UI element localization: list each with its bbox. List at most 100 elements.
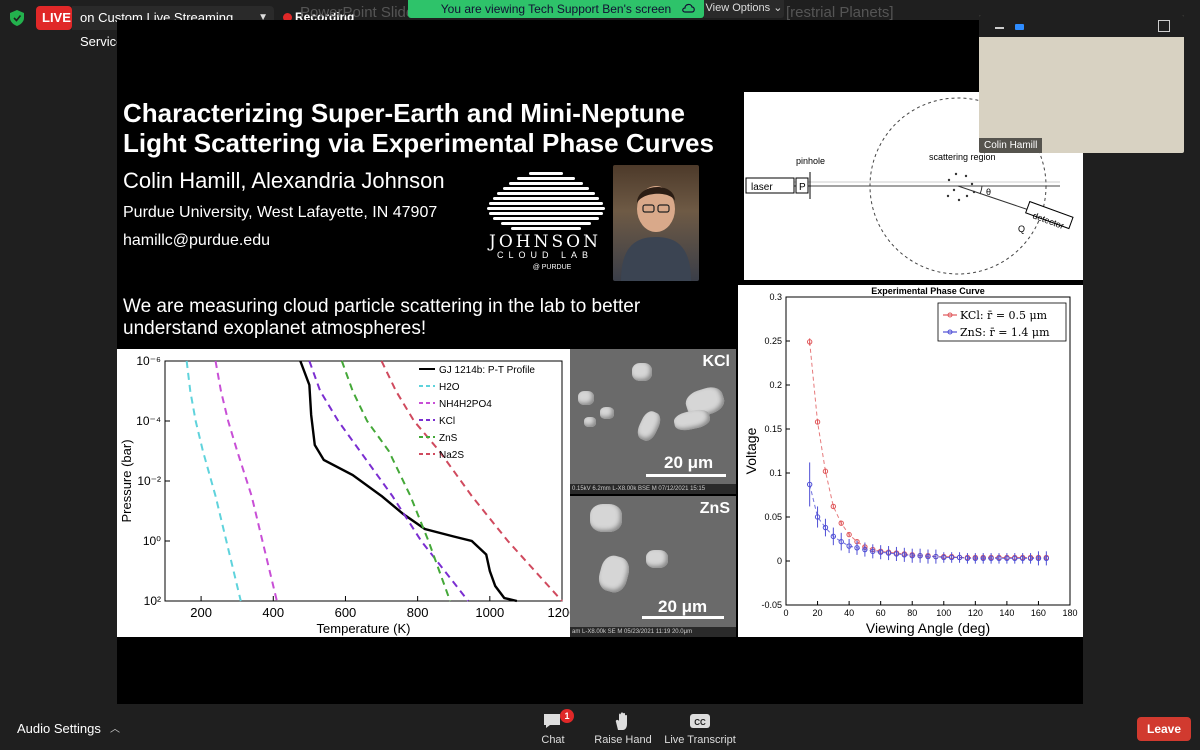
x-tick-label: 40 xyxy=(844,608,854,618)
slide-title: Characterizing Super-Earth and Mini-Nept… xyxy=(123,98,714,158)
logo-name: JOHNSON xyxy=(489,232,601,252)
series-line xyxy=(809,484,1047,559)
x-tick-label: 120 xyxy=(968,608,983,618)
sem-zns-scale-bar xyxy=(642,616,724,619)
live-badge[interactable]: LIVE xyxy=(36,6,72,30)
audio-settings-button[interactable]: Audio Settings xyxy=(17,721,101,736)
raise-hand-icon xyxy=(615,712,627,730)
legend-entry: H2O xyxy=(439,382,460,393)
x-tick-label: 60 xyxy=(876,608,886,618)
sem-zns-scale: 20 μm xyxy=(658,597,708,616)
cc-icon: CC xyxy=(690,714,710,728)
shared-screen: Characterizing Super-Earth and Mini-Nept… xyxy=(117,20,1083,704)
shield-icon[interactable] xyxy=(10,10,24,26)
series-line xyxy=(340,360,452,602)
series-line xyxy=(308,360,469,602)
x-tick-label: 1200 xyxy=(548,605,570,620)
particle xyxy=(578,391,594,405)
legend-entry: GJ 1214b: P-T Profile xyxy=(439,365,535,376)
logo-purdue: @ PURDUE xyxy=(532,264,572,271)
x-tick-label: 140 xyxy=(999,608,1014,618)
view-options-button[interactable]: View Options ⌄ xyxy=(704,0,784,18)
sem-kcl-scale: 20 μm xyxy=(664,453,714,472)
raise-hand-label: Raise Hand xyxy=(594,734,652,746)
particle xyxy=(632,363,652,381)
expand-icon[interactable] xyxy=(1158,20,1170,32)
participant-video-tile[interactable]: Colin Hamill xyxy=(979,15,1184,153)
particle xyxy=(672,407,712,433)
slide-affiliation: Purdue University, West Lafayette, IN 47… xyxy=(123,204,438,221)
chat-label: Chat xyxy=(541,734,565,746)
diagram-q-label: Q xyxy=(1018,224,1025,234)
x-tick-label: 160 xyxy=(1031,608,1046,618)
slide-authors: Colin Hamill, Alexandria Johnson xyxy=(123,168,445,193)
x-tick-label: 1000 xyxy=(475,605,504,620)
x-axis-label: Temperature (K) xyxy=(317,621,411,636)
slide-email: hamillc@purdue.edu xyxy=(123,232,270,249)
minimize-icon[interactable] xyxy=(995,27,1004,29)
legend-entry: NH4H2PO4 xyxy=(439,399,492,410)
legend-entry: ZnS: r̄ = 1.4 μm xyxy=(960,326,1050,339)
y-tick-label: 10⁻⁶ xyxy=(136,354,161,368)
live-transcript-label: Live Transcript xyxy=(664,734,736,746)
x-tick-label: 600 xyxy=(335,605,357,620)
speaker-view-icon[interactable] xyxy=(1015,24,1024,30)
tile-toolbar xyxy=(979,15,1184,37)
particle xyxy=(646,550,668,568)
chevron-up-icon[interactable]: ︿ xyxy=(110,720,120,735)
logo-subtitle: CLOUD LAB xyxy=(496,250,594,260)
y-tick-label: 0.25 xyxy=(764,336,782,346)
x-tick-label: 800 xyxy=(407,605,429,620)
pt-profile-chart: 200 400 600 800 1000 1200 10⁻⁶ 10⁻⁴ 10⁻² 10⁰ 10² Te… xyxy=(117,349,576,637)
sem-kcl-label: KCl xyxy=(702,353,730,370)
sem-image-zns: ZnS 20 μm am L-X8.00k SE M 05/23/2021 11… xyxy=(570,496,736,637)
y-tick-label: 0.2 xyxy=(769,380,782,390)
y-tick-label: 0 xyxy=(777,556,782,566)
legend-entry: ZnS xyxy=(439,433,458,444)
particle xyxy=(584,417,596,427)
diagram-pinhole-label: pinhole xyxy=(796,156,825,166)
x-axis-label: Viewing Angle (deg) xyxy=(866,620,990,636)
x-tick-label: 80 xyxy=(907,608,917,618)
y-axis-label: Voltage xyxy=(743,427,759,474)
viewing-banner: You are viewing Tech Support Ben's scree… xyxy=(408,0,704,18)
viewing-banner-text: You are viewing Tech Support Ben's scree… xyxy=(440,2,672,16)
x-tick-label: 200 xyxy=(190,605,212,620)
y-tick-label: 10² xyxy=(144,594,161,608)
window-title-left: PowerPoint Slide xyxy=(300,4,415,21)
sem-zns-label: ZnS xyxy=(699,500,730,517)
leave-button[interactable]: Leave xyxy=(1137,717,1191,741)
sem-kcl-footer: 0.15kV 6.2mm L-X8.00k BSE M 07/12/2021 1… xyxy=(570,484,736,494)
y-tick-label: 10⁻² xyxy=(137,474,161,488)
raise-hand-button[interactable]: Raise Hand xyxy=(583,710,663,748)
y-tick-label: 0.3 xyxy=(769,292,782,302)
meeting-controls-bar: Audio Settings ︿ 1 Chat Raise Hand CC Li… xyxy=(0,704,1200,750)
sem-image-kcl: KCl 20 μm 0.15kV 6.2mm L-X8.00k BSE M 07… xyxy=(570,349,736,494)
diagram-laser-label: laser xyxy=(751,182,773,193)
participant-name: Colin Hamill xyxy=(979,138,1043,153)
chat-button[interactable]: 1 Chat xyxy=(513,709,593,748)
y-axis-label: Pressure (bar) xyxy=(119,439,134,522)
window-title-right: [restrial Planets] xyxy=(786,4,894,21)
live-transcript-button[interactable]: CC Live Transcript xyxy=(660,710,740,748)
phase-curve-chart: Experimental Phase Curve 0 20 40 60 80 100 120 1… xyxy=(738,285,1083,637)
diagram-theta-label: θ xyxy=(986,187,991,197)
chart-title: Experimental Phase Curve xyxy=(871,286,985,296)
y-tick-label: 10⁻⁴ xyxy=(136,414,161,428)
y-tick-label: 0.05 xyxy=(764,512,782,522)
x-tick-label: 100 xyxy=(936,608,951,618)
particle xyxy=(634,408,664,444)
legend-entry: KCl xyxy=(439,416,455,427)
svg-text:CC: CC xyxy=(694,718,706,727)
series-line xyxy=(380,360,563,602)
particle xyxy=(600,407,614,419)
series-line xyxy=(809,341,1047,558)
chat-unread-badge: 1 xyxy=(560,709,574,723)
diagram-scattering-region-label: scattering region xyxy=(929,152,996,162)
y-tick-label: 0.15 xyxy=(764,424,782,434)
y-tick-label: 0.1 xyxy=(769,468,782,478)
series-line xyxy=(299,360,518,603)
slide-measurement-text: We are measuring cloud particle scatteri… xyxy=(123,296,641,339)
x-tick-label: 20 xyxy=(813,608,823,618)
particle xyxy=(590,504,622,532)
